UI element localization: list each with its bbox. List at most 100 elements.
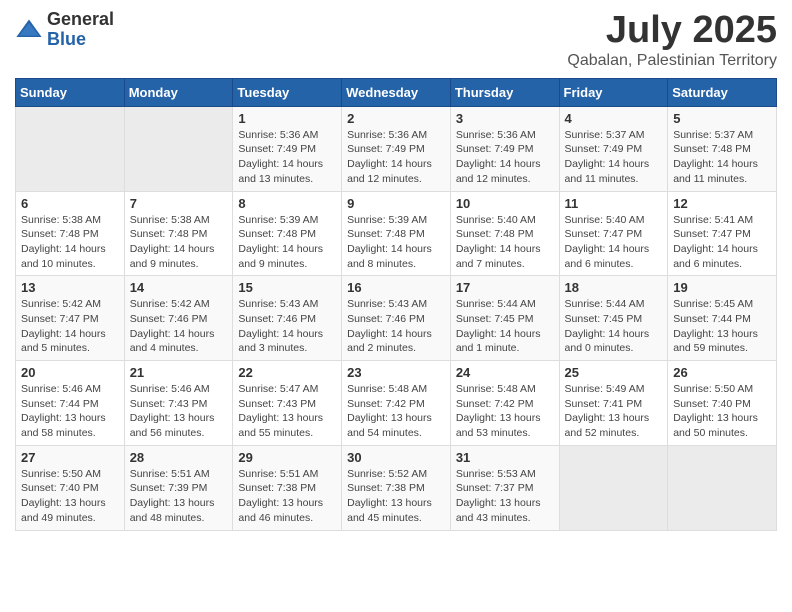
day-number: 4 [565, 111, 663, 126]
day-info: Sunrise: 5:50 AMSunset: 7:40 PMDaylight:… [673, 382, 771, 441]
day-number: 8 [238, 196, 336, 211]
day-number: 9 [347, 196, 445, 211]
calendar-week-row: 27Sunrise: 5:50 AMSunset: 7:40 PMDayligh… [16, 445, 777, 530]
day-number: 7 [130, 196, 228, 211]
day-info: Sunrise: 5:39 AMSunset: 7:48 PMDaylight:… [238, 213, 336, 272]
calendar-cell: 25Sunrise: 5:49 AMSunset: 7:41 PMDayligh… [559, 361, 668, 446]
calendar-cell: 5 Sunrise: 5:37 AMSunset: 7:48 PMDaylight… [668, 106, 777, 191]
calendar-week-row: 1 Sunrise: 5:36 AMSunset: 7:49 PMDaylight… [16, 106, 777, 191]
day-info: Sunrise: 5:40 AMSunset: 7:47 PMDaylight:… [565, 213, 663, 272]
header-day: Friday [559, 78, 668, 106]
day-number: 14 [130, 280, 228, 295]
day-number: 5 [673, 111, 771, 126]
calendar-cell: 12Sunrise: 5:41 AMSunset: 7:47 PMDayligh… [668, 191, 777, 276]
day-info: Sunrise: 5:44 AMSunset: 7:45 PMDaylight:… [565, 297, 663, 356]
day-info: Sunrise: 5:45 AMSunset: 7:44 PMDaylight:… [673, 297, 771, 356]
calendar-cell: 4 Sunrise: 5:37 AMSunset: 7:49 PMDaylight… [559, 106, 668, 191]
title-area: July 2025 Qabalan, Palestinian Territory [567, 10, 777, 70]
day-number: 22 [238, 365, 336, 380]
header-day: Monday [124, 78, 233, 106]
header-day: Wednesday [342, 78, 451, 106]
calendar-cell: 16 Sunrise: 5:43 AMSunset: 7:46 PMDayligh… [342, 276, 451, 361]
day-info: Sunrise: 5:52 AMSunset: 7:38 PMDaylight:… [347, 467, 445, 526]
header-day: Thursday [450, 78, 559, 106]
main-title: July 2025 [567, 10, 777, 52]
header-row: SundayMondayTuesdayWednesdayThursdayFrid… [16, 78, 777, 106]
calendar-cell [16, 106, 125, 191]
day-number: 6 [21, 196, 119, 211]
header-day: Saturday [668, 78, 777, 106]
calendar-cell: 24 Sunrise: 5:48 AMSunset: 7:42 PMDayligh… [450, 361, 559, 446]
calendar-cell: 30 Sunrise: 5:52 AMSunset: 7:38 PMDayligh… [342, 445, 451, 530]
calendar-cell: 21 Sunrise: 5:46 AMSunset: 7:43 PMDayligh… [124, 361, 233, 446]
day-number: 24 [456, 365, 554, 380]
calendar-cell: 3 Sunrise: 5:36 AMSunset: 7:49 PMDaylight… [450, 106, 559, 191]
day-number: 15 [238, 280, 336, 295]
calendar-cell: 1 Sunrise: 5:36 AMSunset: 7:49 PMDaylight… [233, 106, 342, 191]
calendar-cell [559, 445, 668, 530]
calendar-week-row: 6 Sunrise: 5:38 AMSunset: 7:48 PMDaylight… [16, 191, 777, 276]
day-info: Sunrise: 5:43 AMSunset: 7:46 PMDaylight:… [238, 297, 336, 356]
day-number: 10 [456, 196, 554, 211]
logo-icon [15, 16, 43, 44]
day-info: Sunrise: 5:40 AMSunset: 7:48 PMDaylight:… [456, 213, 554, 272]
calendar-cell: 6Sunrise: 5:38 AMSunset: 7:48 PMDaylight… [16, 191, 125, 276]
day-number: 1 [238, 111, 336, 126]
day-info: Sunrise: 5:38 AMSunset: 7:48 PMDaylight:… [130, 213, 228, 272]
day-info: Sunrise: 5:36 AMSunset: 7:49 PMDaylight:… [238, 128, 336, 187]
day-info: Sunrise: 5:51 AMSunset: 7:39 PMDaylight:… [130, 467, 228, 526]
day-number: 11 [565, 196, 663, 211]
day-info: Sunrise: 5:37 AMSunset: 7:49 PMDaylight:… [565, 128, 663, 187]
calendar-cell: 20Sunrise: 5:46 AMSunset: 7:44 PMDayligh… [16, 361, 125, 446]
calendar-cell [124, 106, 233, 191]
calendar-cell: 11 Sunrise: 5:40 AMSunset: 7:47 PMDayligh… [559, 191, 668, 276]
day-info: Sunrise: 5:46 AMSunset: 7:43 PMDaylight:… [130, 382, 228, 441]
calendar-cell: 28 Sunrise: 5:51 AMSunset: 7:39 PMDayligh… [124, 445, 233, 530]
calendar-cell [668, 445, 777, 530]
day-info: Sunrise: 5:42 AMSunset: 7:47 PMDaylight:… [21, 297, 119, 356]
day-info: Sunrise: 5:47 AMSunset: 7:43 PMDaylight:… [238, 382, 336, 441]
day-info: Sunrise: 5:42 AMSunset: 7:46 PMDaylight:… [130, 297, 228, 356]
day-number: 3 [456, 111, 554, 126]
calendar-week-row: 20Sunrise: 5:46 AMSunset: 7:44 PMDayligh… [16, 361, 777, 446]
logo-blue: Blue [47, 30, 114, 50]
day-info: Sunrise: 5:41 AMSunset: 7:47 PMDaylight:… [673, 213, 771, 272]
day-info: Sunrise: 5:48 AMSunset: 7:42 PMDaylight:… [456, 382, 554, 441]
day-info: Sunrise: 5:46 AMSunset: 7:44 PMDaylight:… [21, 382, 119, 441]
day-info: Sunrise: 5:48 AMSunset: 7:42 PMDaylight:… [347, 382, 445, 441]
day-info: Sunrise: 5:36 AMSunset: 7:49 PMDaylight:… [456, 128, 554, 187]
calendar-cell: 23Sunrise: 5:48 AMSunset: 7:42 PMDayligh… [342, 361, 451, 446]
day-info: Sunrise: 5:37 AMSunset: 7:48 PMDaylight:… [673, 128, 771, 187]
calendar-cell: 22 Sunrise: 5:47 AMSunset: 7:43 PMDayligh… [233, 361, 342, 446]
day-info: Sunrise: 5:43 AMSunset: 7:46 PMDaylight:… [347, 297, 445, 356]
calendar-week-row: 13Sunrise: 5:42 AMSunset: 7:47 PMDayligh… [16, 276, 777, 361]
day-number: 30 [347, 450, 445, 465]
day-number: 18 [565, 280, 663, 295]
calendar-cell: 31Sunrise: 5:53 AMSunset: 7:37 PMDayligh… [450, 445, 559, 530]
calendar-cell: 13Sunrise: 5:42 AMSunset: 7:47 PMDayligh… [16, 276, 125, 361]
calendar-cell: 26 Sunrise: 5:50 AMSunset: 7:40 PMDayligh… [668, 361, 777, 446]
header-day: Tuesday [233, 78, 342, 106]
day-number: 26 [673, 365, 771, 380]
calendar-cell: 10 Sunrise: 5:40 AMSunset: 7:48 PMDayligh… [450, 191, 559, 276]
calendar-cell: 9Sunrise: 5:39 AMSunset: 7:48 PMDaylight… [342, 191, 451, 276]
logo: General Blue [15, 10, 114, 50]
day-number: 2 [347, 111, 445, 126]
day-number: 16 [347, 280, 445, 295]
subtitle: Qabalan, Palestinian Territory [567, 52, 777, 70]
day-info: Sunrise: 5:36 AMSunset: 7:49 PMDaylight:… [347, 128, 445, 187]
day-info: Sunrise: 5:49 AMSunset: 7:41 PMDaylight:… [565, 382, 663, 441]
calendar-table: SundayMondayTuesdayWednesdayThursdayFrid… [15, 78, 777, 531]
header: General Blue July 2025 Qabalan, Palestin… [15, 10, 777, 70]
day-number: 17 [456, 280, 554, 295]
day-info: Sunrise: 5:51 AMSunset: 7:38 PMDaylight:… [238, 467, 336, 526]
calendar-cell: 27Sunrise: 5:50 AMSunset: 7:40 PMDayligh… [16, 445, 125, 530]
calendar-cell: 18 Sunrise: 5:44 AMSunset: 7:45 PMDayligh… [559, 276, 668, 361]
calendar-cell: 17Sunrise: 5:44 AMSunset: 7:45 PMDayligh… [450, 276, 559, 361]
day-number: 28 [130, 450, 228, 465]
logo-text: General Blue [47, 10, 114, 50]
logo-general: General [47, 10, 114, 30]
day-number: 19 [673, 280, 771, 295]
day-number: 21 [130, 365, 228, 380]
calendar-cell: 15 Sunrise: 5:43 AMSunset: 7:46 PMDayligh… [233, 276, 342, 361]
